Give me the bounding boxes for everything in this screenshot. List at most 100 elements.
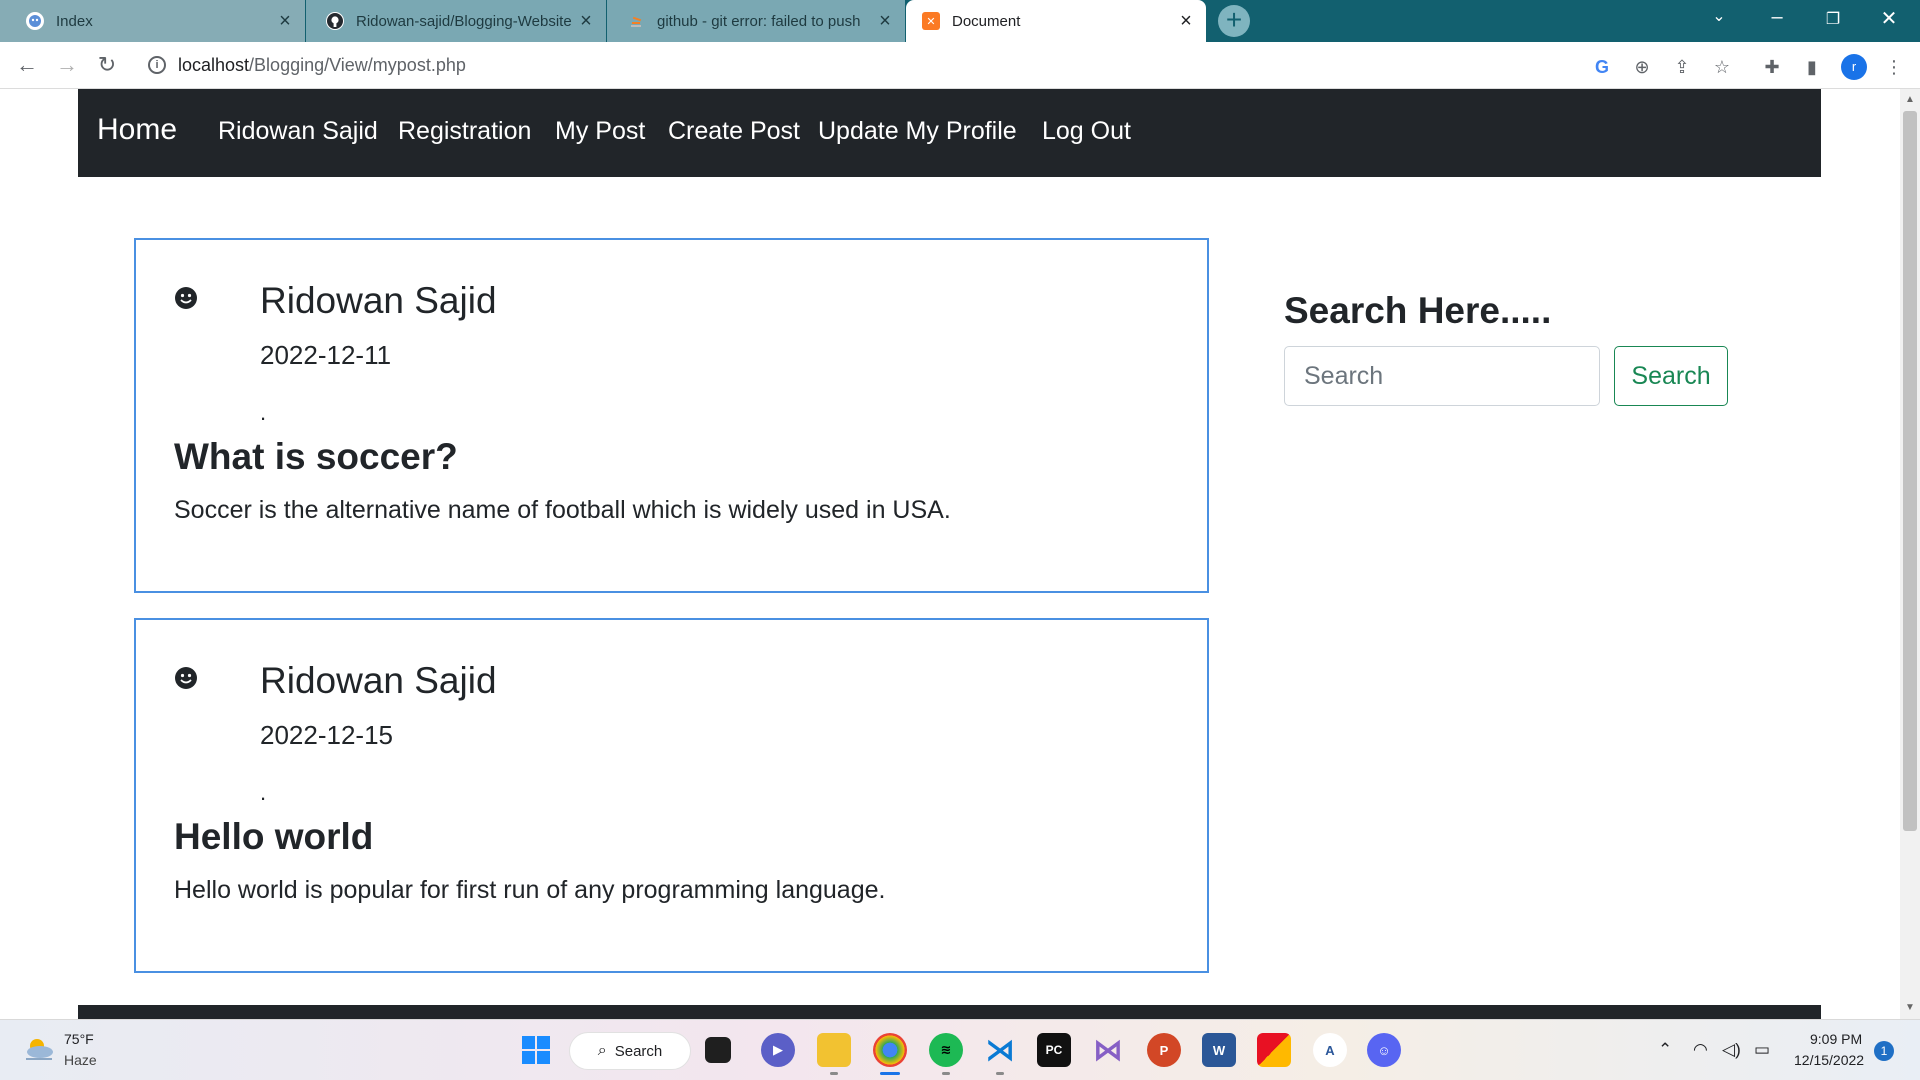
url-host: localhost — [178, 55, 250, 75]
search-input[interactable] — [1284, 346, 1600, 406]
close-tab-icon[interactable]: × — [875, 10, 895, 33]
extensions-puzzle-icon[interactable]: ✚ — [1760, 55, 1784, 79]
menu-kebab-icon[interactable]: ⋮ — [1882, 55, 1906, 79]
nav-item-log-out[interactable]: Log Out — [1042, 117, 1131, 146]
nav-item-create-post[interactable]: Create Post — [668, 117, 800, 146]
globe-icon — [26, 12, 44, 30]
forward-arrow-icon[interactable]: → — [52, 51, 82, 81]
nav-item-update-profile[interactable]: Update My Profile — [818, 117, 1017, 146]
taskbar-search-label: Search — [614, 1042, 663, 1060]
site-navbar: Home Ridowan Sajid Registration My Post … — [78, 89, 1821, 177]
post-title: What is soccer? — [174, 436, 458, 477]
visual-studio-icon[interactable]: ⋈ — [1091, 1033, 1125, 1067]
site-footer — [78, 1005, 1821, 1019]
scrollbar-thumb[interactable] — [1903, 111, 1917, 831]
vscode-icon[interactable]: ⋊ — [983, 1033, 1017, 1067]
discord-icon[interactable]: ☺ — [1367, 1033, 1401, 1067]
bookmark-star-icon[interactable]: ☆ — [1710, 55, 1734, 79]
post-title: Hello world — [174, 816, 374, 857]
back-arrow-icon[interactable]: ← — [12, 51, 42, 81]
post-author: Ridowan Sajid — [260, 280, 497, 321]
restore-icon[interactable]: ❐ — [1810, 9, 1856, 29]
smiley-face-icon — [175, 667, 197, 689]
windows-start-icon[interactable] — [519, 1033, 553, 1067]
active-indicator — [880, 1072, 900, 1075]
tab-document[interactable]: ✕ Document × — [906, 0, 1206, 42]
running-indicator — [942, 1072, 950, 1075]
tab-stackoverflow[interactable]: github - git error: failed to push × — [607, 0, 905, 42]
weather-temperature[interactable]: 75°F — [64, 1031, 94, 1047]
page-viewport: Home Ridowan Sajid Registration My Post … — [0, 89, 1900, 1019]
search-icon: ⌕ — [597, 1042, 607, 1059]
running-indicator — [830, 1072, 838, 1075]
post-date: 2022-12-11 — [260, 340, 392, 370]
tab-title: github - git error: failed to push — [657, 12, 861, 30]
post-body: Hello world is popular for first run of … — [174, 876, 886, 904]
taskbar-search-box[interactable]: ⌕ Search — [569, 1032, 691, 1070]
profile-avatar[interactable]: r — [1841, 54, 1867, 80]
winrar-icon[interactable] — [1257, 1033, 1291, 1067]
tab-title: Document — [952, 12, 1021, 30]
tab-index[interactable]: Index × — [0, 0, 305, 42]
weather-condition[interactable]: Haze — [64, 1052, 97, 1068]
nav-brand-home[interactable]: Home — [97, 113, 177, 147]
tab-github-repo[interactable]: Ridowan-sajid/Blogging-Website × — [306, 0, 606, 42]
google-translate-icon[interactable]: G — [1590, 55, 1614, 79]
scroll-up-arrow-icon[interactable]: ▲ — [1900, 91, 1920, 109]
close-window-icon[interactable]: ✕ — [1866, 6, 1912, 31]
post-separator-dot: . — [260, 400, 267, 425]
battery-icon[interactable]: ▭ — [1754, 1040, 1770, 1060]
chrome-icon[interactable] — [873, 1033, 907, 1067]
scroll-down-arrow-icon[interactable]: ▼ — [1900, 999, 1920, 1017]
close-tab-icon[interactable]: × — [1176, 10, 1196, 33]
close-tab-icon[interactable]: × — [275, 10, 295, 33]
nav-item-my-post[interactable]: My Post — [555, 117, 645, 146]
task-view-icon[interactable] — [705, 1037, 731, 1063]
close-tab-icon[interactable]: × — [576, 10, 596, 33]
tray-chevron-up-icon[interactable]: ⌃ — [1658, 1040, 1672, 1060]
stackoverflow-icon — [627, 12, 645, 30]
minimize-icon[interactable]: – — [1754, 6, 1800, 29]
browser-tab-strip: Index × Ridowan-sajid/Blogging-Website ×… — [0, 0, 1920, 42]
share-icon[interactable]: ⇪ — [1670, 55, 1694, 79]
tab-search-chevron-icon[interactable]: ⌄ — [1696, 6, 1742, 26]
smiley-face-icon — [175, 287, 197, 309]
notification-badge[interactable]: 1 — [1874, 1041, 1894, 1061]
reload-icon[interactable]: ↻ — [92, 51, 122, 81]
xampp-icon: ✕ — [922, 12, 940, 30]
tab-title: Index — [56, 12, 93, 30]
address-bar[interactable]: i localhost/Blogging/View/mypost.php — [140, 47, 1580, 83]
windows-taskbar: 75°F Haze ⌕ Search ▶ ≋ ⋊ PC ⋈ P W A ☺ ⌃ … — [0, 1019, 1920, 1080]
new-tab-button[interactable]: + — [1218, 5, 1250, 37]
spotify-icon[interactable]: ≋ — [929, 1033, 963, 1067]
tab-title: Ridowan-sajid/Blogging-Website — [356, 12, 572, 30]
zoom-icon[interactable]: ⊕ — [1630, 55, 1654, 79]
teams-chat-icon[interactable]: ▶ — [761, 1033, 795, 1067]
running-indicator — [996, 1072, 1004, 1075]
clock-time[interactable]: 9:09 PM — [1810, 1031, 1862, 1047]
post-body: Soccer is the alternative name of footba… — [174, 496, 951, 524]
page-scrollbar[interactable]: ▲ ▼ — [1900, 89, 1920, 1019]
nav-item-profile-name[interactable]: Ridowan Sajid — [218, 117, 378, 146]
volume-icon[interactable]: ◁) — [1722, 1040, 1741, 1060]
side-panel-icon[interactable]: ▮ — [1800, 55, 1824, 79]
weather-haze-icon[interactable] — [22, 1034, 56, 1064]
post-card: Ridowan Sajid 2022-12-11 . What is socce… — [134, 238, 1209, 593]
pycharm-icon[interactable]: PC — [1037, 1033, 1071, 1067]
github-icon — [326, 12, 344, 30]
nav-item-registration[interactable]: Registration — [398, 117, 531, 146]
search-heading: Search Here..... — [1284, 290, 1552, 331]
word-icon[interactable]: W — [1202, 1033, 1236, 1067]
info-icon[interactable]: i — [148, 56, 166, 74]
post-separator-dot: . — [260, 780, 267, 805]
search-button[interactable]: Search — [1614, 346, 1728, 406]
post-card: Ridowan Sajid 2022-12-15 . Hello world H… — [134, 618, 1209, 973]
wifi-icon[interactable]: ◠ — [1693, 1040, 1708, 1060]
url-text: localhost/Blogging/View/mypost.php — [178, 55, 466, 76]
app-a-icon[interactable]: A — [1313, 1033, 1347, 1067]
clock-date[interactable]: 12/15/2022 — [1794, 1052, 1864, 1068]
post-date: 2022-12-15 — [260, 720, 393, 750]
url-path: /Blogging/View/mypost.php — [249, 55, 466, 75]
powerpoint-icon[interactable]: P — [1147, 1033, 1181, 1067]
file-explorer-icon[interactable] — [817, 1033, 851, 1067]
